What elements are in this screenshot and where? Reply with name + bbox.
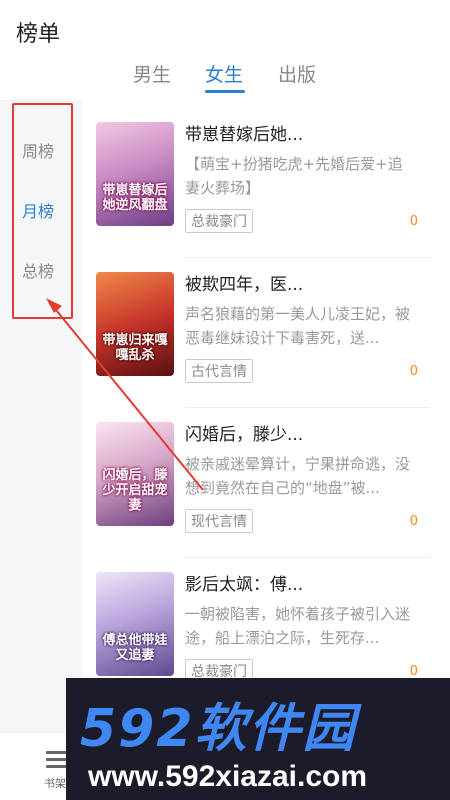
active-tab-indicator <box>205 90 245 93</box>
book-tag: 古代言情 <box>185 359 253 383</box>
book-tag: 现代言情 <box>185 509 253 533</box>
tab-publish[interactable]: 出版 <box>278 60 316 87</box>
book-cover: 带崽归来嘎嘎乱杀 <box>96 272 174 376</box>
tab-male[interactable]: 男生 <box>133 60 171 87</box>
book-tag: 总裁豪门 <box>185 209 253 233</box>
page-title: 榜单 <box>16 22 61 47</box>
book-count: 0 <box>409 514 418 529</box>
book-cover: 傅总他带娃又追妻 <box>96 572 174 676</box>
cover-title: 带崽替嫁后她逆风翻盘 <box>102 183 168 214</box>
book-description: 声名狼藉的第一美人儿凌王妃，被恶毒继妹设计下毒害死，送... <box>185 305 411 347</box>
bookshelf-icon[interactable] <box>46 751 68 769</box>
list-item[interactable]: 带崽替嫁后她逆风翻盘 带崽替嫁后她... 【萌宝+扮猪吃虎+先婚后爱+追妻火葬场… <box>82 108 450 258</box>
watermark-logo: 592软件园 <box>80 699 357 759</box>
list-item[interactable]: 带崽归来嘎嘎乱杀 被欺四年，医... 声名狼藉的第一美人儿凌王妃，被恶毒继妹设计… <box>82 258 450 408</box>
cover-title: 带崽归来嘎嘎乱杀 <box>102 333 168 364</box>
book-title: 被欺四年，医... <box>185 275 304 295</box>
cover-title: 闪婚后，滕少开启甜宠妻 <box>102 468 168 514</box>
book-title: 带崽替嫁后她... <box>185 125 304 145</box>
book-title: 闪婚后，滕少... <box>185 425 304 445</box>
highlight-annotation-box <box>12 103 73 319</box>
book-description: 一朝被陷害，她怀着孩子被引入迷途，船上漂泊之际，生死存... <box>185 605 411 647</box>
nav-bookshelf-label[interactable]: 书架 <box>44 775 66 791</box>
cover-title: 傅总他带娃又追妻 <box>102 633 168 664</box>
list-item[interactable]: 闪婚后，滕少开启甜宠妻 闪婚后，滕少... 被亲戚迷晕算计，宁果拼命逃，没想到竟… <box>82 408 450 558</box>
book-count: 0 <box>409 214 418 229</box>
book-cover: 带崽替嫁后她逆风翻盘 <box>96 122 174 226</box>
tab-female[interactable]: 女生 <box>205 60 243 87</box>
book-count: 0 <box>409 364 418 379</box>
book-title: 影后太飒：傅... <box>185 575 304 595</box>
book-description: 被亲戚迷晕算计，宁果拼命逃，没想到竟然在自己的“地盘”被... <box>185 455 411 497</box>
watermark: 592软件园 www.592xiazai.com <box>66 678 450 800</box>
book-cover: 闪婚后，滕少开启甜宠妻 <box>96 422 174 526</box>
watermark-url: www.592xiazai.com <box>88 760 368 793</box>
tab-bar: 男生 女生 出版 <box>0 60 450 93</box>
book-description: 【萌宝+扮猪吃虎+先婚后爱+追妻火葬场】 <box>185 155 403 197</box>
book-count: 0 <box>409 664 418 679</box>
